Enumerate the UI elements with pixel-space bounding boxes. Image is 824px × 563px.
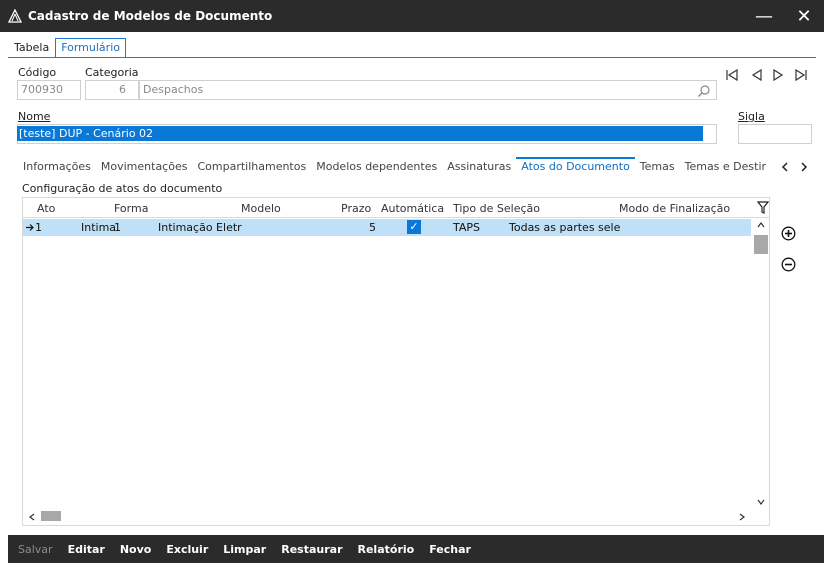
cell-tipo-a[interactable]: TAPS [453,221,480,234]
tab-tabela[interactable]: Tabela [8,38,55,58]
nome-field[interactable]: [teste] DUP - Cenário 02 [17,126,703,141]
fechar-button[interactable]: Fechar [429,543,471,556]
tab-formulario[interactable]: Formulário [55,38,126,58]
sigla-label: Sigla [738,110,765,123]
cell-ato[interactable]: 1 [35,221,42,234]
tab-temas[interactable]: Temas [635,157,680,177]
cell-prazo[interactable]: 5 [369,221,376,234]
col-automatica[interactable]: Automática [381,202,444,215]
salvar-button[interactable]: Salvar [18,543,53,556]
cell-modelo[interactable]: Intimação Eletr [158,221,242,234]
col-forma[interactable]: Forma [114,202,148,215]
first-record-icon[interactable] [725,68,739,82]
tabs-scroll-right-icon[interactable] [799,162,809,172]
tab-assinaturas[interactable]: Assinaturas [442,157,516,177]
vertical-scroll-thumb[interactable] [754,235,768,254]
editar-button[interactable]: Editar [68,543,105,556]
sub-tabs: Informações Movimentações Compartilhamen… [18,157,771,177]
title-bar: Cadastro de Modelos de Documento — ✕ [0,0,824,32]
bottom-toolbar: Salvar Editar Novo Excluir Limpar Restau… [8,535,824,563]
categoria-label: Categoria [85,66,139,79]
prev-record-icon[interactable] [750,68,764,82]
relatorio-button[interactable]: Relatório [358,543,415,556]
next-record-icon[interactable] [771,68,785,82]
tab-compartilhamentos[interactable]: Compartilhamentos [192,157,311,177]
tab-modelos-dependentes[interactable]: Modelos dependentes [311,157,442,177]
minimize-button[interactable]: — [744,0,784,32]
remove-row-icon[interactable] [781,257,796,272]
table-row[interactable]: 1 Intima 1 Intimação Eletr 5 ✓ TAPS Toda… [23,219,751,236]
scroll-left-icon[interactable] [29,513,35,521]
sigla-field[interactable] [738,124,812,144]
limpar-button[interactable]: Limpar [223,543,266,556]
tab-divider [8,57,816,58]
codigo-field[interactable]: 700930 [17,80,81,100]
horizontal-scroll-thumb[interactable] [41,511,61,521]
col-prazo[interactable]: Prazo [341,202,371,215]
col-tipo-selecao[interactable]: Tipo de Seleção [453,202,540,215]
section-label: Configuração de atos do documento [22,182,223,195]
col-modo-finalizacao[interactable]: Modo de Finalização [619,202,730,215]
nome-label: Nome [18,110,51,123]
categoria-code-field[interactable]: 6 [85,80,139,100]
search-icon[interactable] [697,84,711,98]
tab-movimentacoes[interactable]: Movimentações [96,157,193,177]
cell-forma-a[interactable]: Intima [81,221,116,234]
col-modelo[interactable]: Modelo [241,202,281,215]
close-button[interactable]: ✕ [784,0,824,32]
excluir-button[interactable]: Excluir [166,543,208,556]
scroll-up-icon[interactable] [757,222,765,228]
scroll-right-icon[interactable] [739,513,745,521]
app-icon [8,9,22,23]
tab-informacoes[interactable]: Informações [18,157,96,177]
last-record-icon[interactable] [794,68,808,82]
add-row-icon[interactable] [781,226,796,241]
table-header: Ato Forma Modelo Prazo Automática Tipo d… [23,198,769,218]
horizontal-scrollbar[interactable] [23,509,753,525]
top-tabs: Tabela Formulário [8,38,126,58]
scroll-down-icon[interactable] [757,499,765,505]
codigo-label: Código [18,66,57,79]
filter-icon[interactable] [757,201,769,215]
tab-temas-e-destir[interactable]: Temas e Destir [680,157,771,177]
categoria-description-field[interactable]: Despachos [139,80,717,100]
vertical-scrollbar[interactable] [753,219,769,507]
novo-button[interactable]: Novo [120,543,152,556]
atos-table: Ato Forma Modelo Prazo Automática Tipo d… [22,197,770,526]
automatica-checkbox[interactable]: ✓ [407,220,421,234]
cell-forma-b[interactable]: 1 [114,221,121,234]
current-row-arrow-icon [26,224,34,231]
tabs-scroll-left-icon[interactable] [780,162,790,172]
tab-atos-do-documento[interactable]: Atos do Documento [516,157,635,177]
restaurar-button[interactable]: Restaurar [281,543,342,556]
cell-tipo-b[interactable]: Todas as partes sele [509,221,620,234]
window-title: Cadastro de Modelos de Documento [28,9,273,23]
col-ato[interactable]: Ato [37,202,55,215]
